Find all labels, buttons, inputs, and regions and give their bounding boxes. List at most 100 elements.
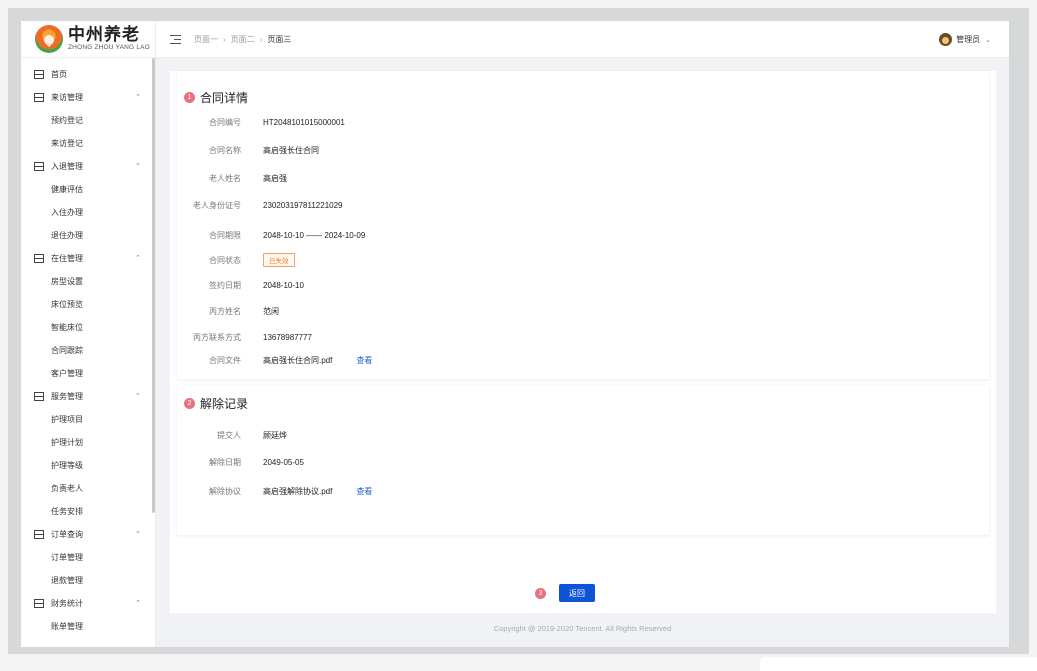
menu-item[interactable]: 护理计划: [21, 431, 155, 454]
breadcrumb: 页面一 › 页面二 › 页面三: [194, 34, 291, 45]
menu-item[interactable]: 退住办理: [21, 224, 155, 247]
menu-group[interactable]: 服务管理 ⌃: [21, 385, 155, 408]
menu-collapse-icon[interactable]: [170, 34, 181, 44]
menu-item[interactable]: 入住办理: [21, 201, 155, 224]
status-badge: 已失效: [263, 253, 295, 267]
detail-row: 合同名称 高启强长住合同: [177, 144, 319, 156]
detail-value: 230203197811221029: [263, 200, 343, 210]
detail-row: 合同文件 高启强长住合同.pdf 查看: [177, 354, 372, 366]
menu-grid-icon: [34, 93, 44, 102]
detail-value: 高启强: [263, 173, 287, 183]
chevron-up-icon: ⌃: [135, 255, 141, 262]
sidebar-menu: 首页 来访管理 ⌃ 预约登记 来访登记 入退管理 ⌃ 健康评估 入住办理 退住办理在住管理 ⌃ 房型设…: [21, 58, 155, 647]
step-badge: 2: [184, 398, 195, 409]
user-menu[interactable]: 管理员 ⌄: [939, 33, 991, 46]
menu-grid-icon: [34, 254, 44, 263]
logo-title: 中州养老: [68, 25, 140, 45]
menu-group[interactable]: 订单查询 ⌃: [21, 523, 155, 546]
view-file-link[interactable]: 查看: [356, 486, 372, 497]
menu-item[interactable]: 护理等级: [21, 454, 155, 477]
detail-label: 解除协议: [209, 486, 241, 496]
menu-item[interactable]: 合同跟踪: [21, 339, 155, 362]
detail-label: 合同名称: [209, 145, 241, 155]
menu-item[interactable]: 健康评估: [21, 178, 155, 201]
menu-item[interactable]: 预约登记: [21, 109, 155, 132]
menu-group-label: 服务管理: [51, 392, 83, 401]
logo-subtitle: ZHONG ZHOU YANG LAO: [68, 44, 150, 52]
detail-label: 老人身份证号: [193, 200, 241, 210]
menu-grid-icon: [34, 392, 44, 401]
detail-value: 2049-05-05: [263, 457, 304, 467]
menu-item[interactable]: 账单管理: [21, 615, 155, 638]
menu-item[interactable]: 负责老人: [21, 477, 155, 500]
detail-row: 合同期限 2048-10-10 —— 2024-10-09: [177, 229, 365, 241]
detail-row: 签约日期 2048-10-10: [177, 279, 304, 291]
menu-group[interactable]: 来访管理 ⌃: [21, 86, 155, 109]
chevron-up-icon: ⌃: [135, 94, 141, 101]
menu-group[interactable]: 财务统计 ⌃: [21, 592, 155, 615]
chevron-up-icon: ⌃: [135, 600, 141, 607]
footer-copyright: Copyright @ 2019-2020 Tencent. All Right…: [493, 624, 672, 633]
app-shell: 中州养老 ZHONG ZHOU YANG LAO 首页 来访管理 ⌃ 预约登记 来访登记…: [21, 21, 1009, 647]
detail-value: 高启强解除协议.pdf: [263, 486, 333, 496]
detail-label: 解除日期: [209, 457, 241, 467]
sidebar-scrollbar[interactable]: [152, 58, 155, 513]
detail-value: 2048-10-10: [263, 280, 304, 290]
detail-value: 高启强长住合同.pdf: [263, 355, 333, 365]
section-title: 解除记录: [200, 397, 249, 411]
step-badge: 1: [184, 92, 195, 103]
breadcrumb-item-2[interactable]: 页面二: [231, 34, 255, 45]
detail-label: 老人姓名: [209, 173, 241, 183]
return-button[interactable]: 返回: [559, 584, 595, 602]
avatar: [939, 33, 953, 46]
main-content: 1 合同详情 合同编号 HT2048101015000001 合同名称 高启强长住合同…: [170, 71, 996, 613]
chevron-up-icon: ⌃: [135, 531, 141, 538]
menu-group[interactable]: 在住管理 ⌃: [21, 247, 155, 270]
detail-row: 提交人 顾廷烨: [177, 429, 287, 441]
breadcrumb-item-1[interactable]: 页面一: [194, 34, 218, 45]
menu-group[interactable]: 首页: [21, 63, 155, 86]
breadcrumb-item-current: 页面三: [267, 34, 292, 44]
menu-item[interactable]: 订单管理: [21, 546, 155, 569]
top-header: 页面一 › 页面二 › 页面三 管理员 ⌄: [156, 21, 1009, 58]
menu-group-label: 财务统计: [51, 599, 83, 608]
logo-icon: [35, 25, 63, 53]
menu-item[interactable]: 智能床位: [21, 316, 155, 339]
detail-label: 合同状态: [209, 255, 241, 265]
termination-section-title: 2 解除记录: [184, 395, 248, 412]
menu-item[interactable]: 床位预览: [21, 293, 155, 316]
menu-group[interactable]: 入退管理 ⌃: [21, 155, 155, 178]
detail-value: 范闲: [263, 306, 279, 316]
breadcrumb-separator: ›: [259, 34, 263, 44]
menu-item[interactable]: 房型设置: [21, 270, 155, 293]
menu-grid-icon: [34, 599, 44, 608]
detail-label: 丙方姓名: [209, 306, 241, 316]
detail-value: 2048-10-10 —— 2024-10-09: [263, 230, 366, 240]
step-badge: 3: [535, 587, 546, 599]
detail-label: 丙方联系方式: [193, 332, 241, 342]
menu-item[interactable]: 任务安排: [21, 500, 155, 523]
logo[interactable]: 中州养老 ZHONG ZHOU YANG LAO: [21, 21, 155, 58]
menu-grid-icon: [34, 530, 44, 539]
termination-record-card: 2 解除记录 提交人 顾廷烨解除日期 2049-05-05 解除协议 高启强解除协议.p…: [177, 385, 989, 535]
chevron-up-icon: ⌃: [135, 393, 141, 400]
contract-detail-card: 1 合同详情 合同编号 HT2048101015000001 合同名称 高启强长住合同…: [177, 71, 989, 379]
menu-item[interactable]: 客户管理: [21, 362, 155, 385]
menu-grid-icon: [34, 162, 44, 171]
view-file-link[interactable]: 查看: [356, 355, 372, 366]
detail-value: 高启强长住合同: [263, 145, 319, 155]
detail-label: 合同期限: [209, 230, 241, 240]
detail-row: 老人姓名 高启强: [177, 172, 287, 184]
chevron-down-icon: ⌄: [985, 36, 991, 44]
section-title: 合同详情: [200, 91, 249, 105]
menu-item[interactable]: 来访登记: [21, 132, 155, 155]
menu-item[interactable]: 护理项目: [21, 408, 155, 431]
menu-item[interactable]: 退款管理: [21, 569, 155, 592]
sidebar: 中州养老 ZHONG ZHOU YANG LAO 首页 来访管理 ⌃ 预约登记 来访登记…: [21, 21, 156, 647]
menu-group-label: 订单查询: [51, 530, 83, 539]
action-bar: 3 返回: [535, 584, 595, 602]
bottom-panel-edge: [760, 657, 1037, 671]
detail-label: 签约日期: [209, 280, 241, 290]
detail-row: 丙方姓名 范闲: [177, 305, 279, 317]
menu-group-label: 在住管理: [51, 254, 83, 263]
